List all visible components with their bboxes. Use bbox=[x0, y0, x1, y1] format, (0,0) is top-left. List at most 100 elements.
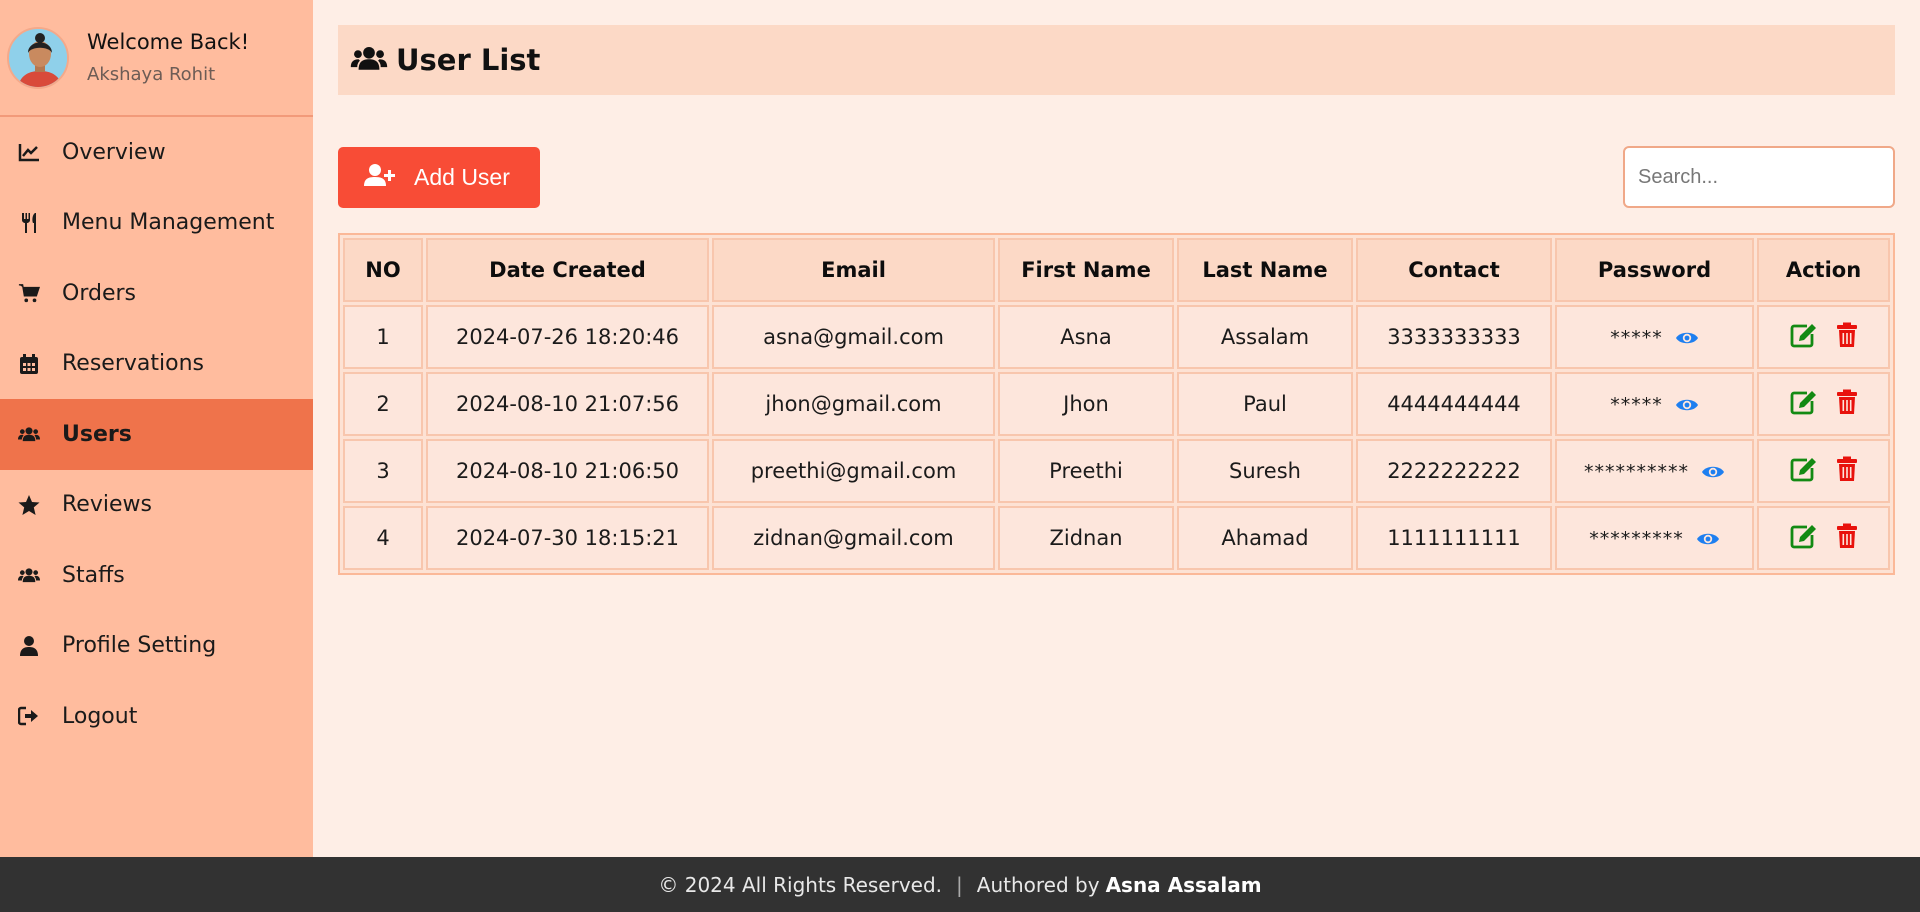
footer-separator: | bbox=[956, 872, 963, 897]
cell-action bbox=[1757, 439, 1890, 503]
cell-no: 4 bbox=[343, 506, 423, 570]
sidebar-item-label: Menu Management bbox=[62, 210, 275, 236]
sidebar-item-users[interactable]: Users bbox=[0, 399, 313, 470]
cell-action bbox=[1757, 305, 1890, 369]
cell-action bbox=[1757, 372, 1890, 436]
sidebar-item-staffs[interactable]: Staffs bbox=[0, 540, 313, 611]
add-user-label: Add User bbox=[414, 164, 510, 190]
sidebar-item-label: Reviews bbox=[62, 492, 152, 518]
trash-icon[interactable] bbox=[1836, 456, 1858, 482]
cell-password: ********** bbox=[1555, 439, 1754, 503]
sidebar: Welcome Back! Akshaya Rohit Overview Men… bbox=[0, 0, 313, 857]
cell-no: 2 bbox=[343, 372, 423, 436]
sidebar-item-label: Overview bbox=[62, 139, 166, 165]
sidebar-item-overview[interactable]: Overview bbox=[0, 117, 313, 188]
search-input[interactable] bbox=[1623, 146, 1895, 208]
eye-icon[interactable] bbox=[1696, 531, 1720, 547]
cell-first-name: Jhon bbox=[998, 372, 1174, 436]
user-name: Akshaya Rohit bbox=[87, 64, 216, 85]
sidebar-item-logout[interactable]: Logout bbox=[0, 681, 313, 752]
cart-icon bbox=[18, 282, 40, 304]
cell-date-created: 2024-08-10 21:07:56 bbox=[426, 372, 709, 436]
edit-icon[interactable] bbox=[1790, 456, 1818, 482]
edit-icon[interactable] bbox=[1790, 322, 1818, 348]
table-header-row: NO Date Created Email First Name Last Na… bbox=[343, 238, 1890, 302]
cell-last-name: Assalam bbox=[1177, 305, 1353, 369]
table-row: 3 2024-08-10 21:06:50 preethi@gmail.com … bbox=[343, 439, 1890, 503]
table-row: 1 2024-07-26 18:20:46 asna@gmail.com Asn… bbox=[343, 305, 1890, 369]
edit-icon[interactable] bbox=[1790, 389, 1818, 415]
users-icon bbox=[350, 45, 388, 75]
sidebar-item-label: Staffs bbox=[62, 562, 125, 588]
sidebar-item-label: Logout bbox=[62, 703, 138, 729]
utensils-icon bbox=[18, 212, 40, 234]
cell-contact: 1111111111 bbox=[1356, 506, 1552, 570]
trash-icon[interactable] bbox=[1836, 523, 1858, 549]
cell-contact: 4444444444 bbox=[1356, 372, 1552, 436]
chart-line-icon bbox=[18, 141, 40, 163]
cell-first-name: Zidnan bbox=[998, 506, 1174, 570]
trash-icon[interactable] bbox=[1836, 389, 1858, 415]
cell-last-name: Paul bbox=[1177, 372, 1353, 436]
sidebar-item-label: Orders bbox=[62, 280, 136, 306]
cell-no: 1 bbox=[343, 305, 423, 369]
cell-date-created: 2024-08-10 21:06:50 bbox=[426, 439, 709, 503]
sidebar-item-orders[interactable]: Orders bbox=[0, 258, 313, 329]
cell-first-name: Preethi bbox=[998, 439, 1174, 503]
footer: © 2024 All Rights Reserved. | Authored b… bbox=[0, 857, 1920, 912]
author-name: Asna Assalam bbox=[1105, 872, 1262, 897]
add-user-button[interactable]: Add User bbox=[338, 147, 540, 208]
sidebar-item-label: Users bbox=[62, 421, 132, 447]
sidebar-nav: Overview Menu Management Orders Reservat… bbox=[0, 117, 313, 752]
table-row: 2 2024-08-10 21:07:56 jhon@gmail.com Jho… bbox=[343, 372, 1890, 436]
sidebar-item-menu-management[interactable]: Menu Management bbox=[0, 188, 313, 259]
sidebar-item-reviews[interactable]: Reviews bbox=[0, 470, 313, 541]
eye-icon[interactable] bbox=[1675, 397, 1699, 413]
password-mask: ***** bbox=[1610, 327, 1663, 349]
user-plus-icon bbox=[364, 163, 396, 193]
edit-icon[interactable] bbox=[1790, 523, 1818, 549]
cell-contact: 3333333333 bbox=[1356, 305, 1552, 369]
column-header-no: NO bbox=[343, 238, 423, 302]
column-header-first-name: First Name bbox=[998, 238, 1174, 302]
column-header-date-created: Date Created bbox=[426, 238, 709, 302]
cell-password: ********* bbox=[1555, 506, 1754, 570]
eye-icon[interactable] bbox=[1701, 464, 1725, 480]
column-header-last-name: Last Name bbox=[1177, 238, 1353, 302]
cell-no: 3 bbox=[343, 439, 423, 503]
cell-first-name: Asna bbox=[998, 305, 1174, 369]
logout-icon bbox=[18, 705, 40, 727]
profile-header: Welcome Back! Akshaya Rohit bbox=[0, 0, 313, 117]
users-table: NO Date Created Email First Name Last Na… bbox=[338, 233, 1895, 575]
password-mask: ********** bbox=[1584, 461, 1689, 483]
column-header-action: Action bbox=[1757, 238, 1890, 302]
sidebar-item-label: Reservations bbox=[62, 351, 204, 377]
cell-last-name: Suresh bbox=[1177, 439, 1353, 503]
users-icon bbox=[18, 564, 40, 586]
password-mask: ********* bbox=[1589, 528, 1684, 550]
welcome-title: Welcome Back! bbox=[87, 30, 250, 54]
sidebar-item-reservations[interactable]: Reservations bbox=[0, 329, 313, 400]
sidebar-item-label: Profile Setting bbox=[62, 633, 217, 659]
cell-action bbox=[1757, 506, 1890, 570]
authored-by-label: Authored by bbox=[976, 872, 1100, 897]
users-icon bbox=[18, 423, 40, 445]
user-icon bbox=[18, 635, 40, 657]
eye-icon[interactable] bbox=[1675, 330, 1699, 346]
column-header-password: Password bbox=[1555, 238, 1754, 302]
cell-email: asna@gmail.com bbox=[712, 305, 995, 369]
cell-email: zidnan@gmail.com bbox=[712, 506, 995, 570]
cell-email: jhon@gmail.com bbox=[712, 372, 995, 436]
calendar-icon bbox=[18, 353, 40, 375]
avatar bbox=[7, 26, 69, 89]
table-row: 4 2024-07-30 18:15:21 zidnan@gmail.com Z… bbox=[343, 506, 1890, 570]
column-header-contact: Contact bbox=[1356, 238, 1552, 302]
sidebar-item-profile-setting[interactable]: Profile Setting bbox=[0, 611, 313, 682]
copyright-text: © 2024 All Rights Reserved. bbox=[658, 872, 943, 897]
cell-password: ***** bbox=[1555, 372, 1754, 436]
password-mask: ***** bbox=[1610, 394, 1663, 416]
trash-icon[interactable] bbox=[1836, 322, 1858, 348]
cell-password: ***** bbox=[1555, 305, 1754, 369]
cell-email: preethi@gmail.com bbox=[712, 439, 995, 503]
column-header-email: Email bbox=[712, 238, 995, 302]
